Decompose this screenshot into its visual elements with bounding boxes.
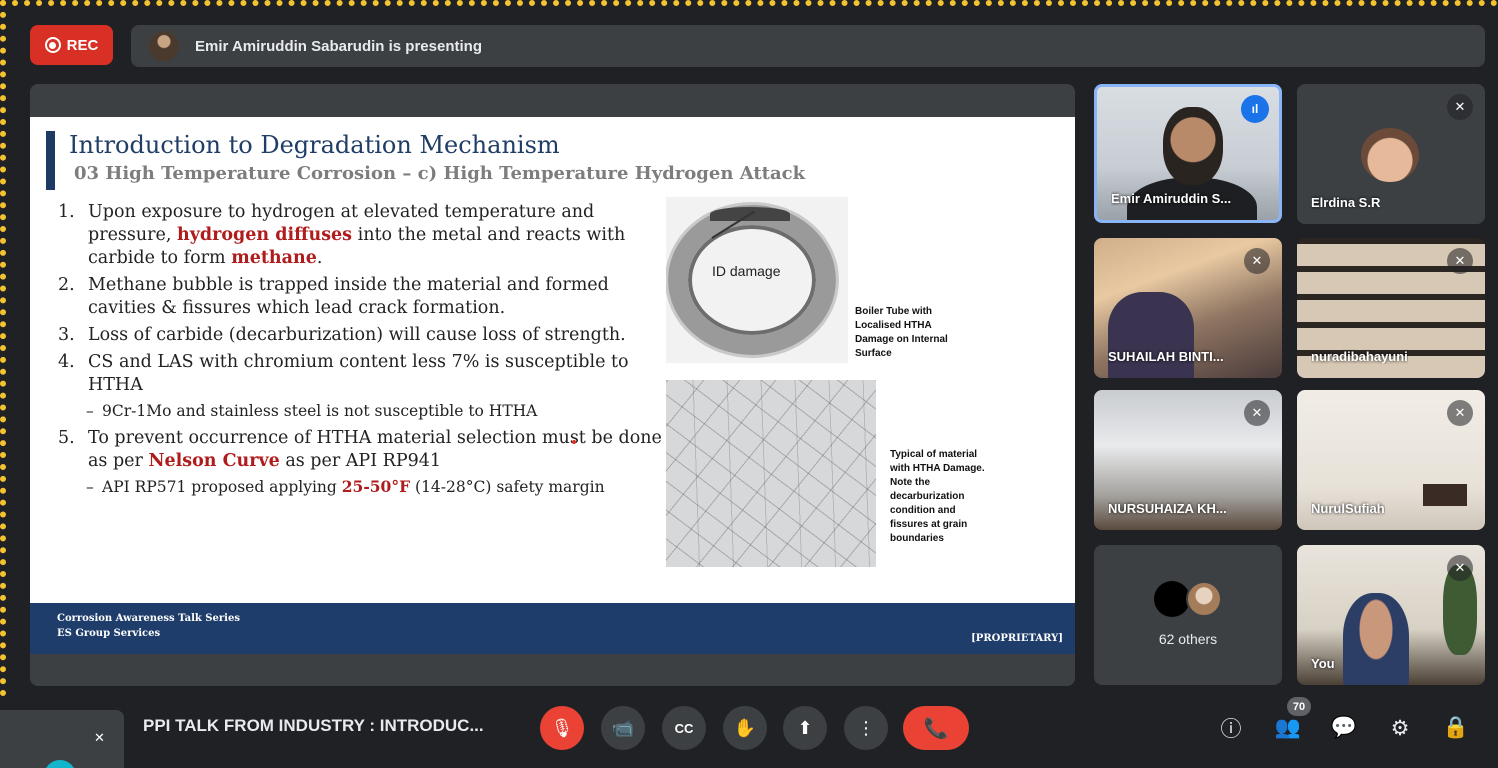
- participant-tile[interactable]: ✕ NURSUHAIZA KH...: [1094, 390, 1282, 530]
- item-text: Upon exposure to hydrogen at elevated te…: [88, 202, 626, 268]
- sub-item-text: API RP571 proposed applying 25-50°F (14-…: [102, 477, 605, 496]
- slide-bullets: 1. Upon exposure to hydrogen at elevated…: [58, 201, 678, 503]
- avatar: [149, 31, 179, 61]
- item-number: 1.: [58, 202, 75, 222]
- shared-slide: Introduction to Degradation Mechanism 03…: [30, 117, 1075, 654]
- mic-off-icon: ✕: [94, 730, 105, 745]
- captions-button[interactable]: CC: [662, 706, 706, 750]
- item-text: Methane bubble is trapped inside the mat…: [88, 275, 609, 318]
- slide-title: Introduction to Degradation Mechanism: [69, 131, 560, 159]
- rec-label: REC: [66, 36, 99, 54]
- mic-off-icon: ✕: [1244, 400, 1270, 426]
- participant-name: You: [1311, 656, 1335, 671]
- info-icon: ⓘ: [1220, 718, 1242, 741]
- raise-hand-button[interactable]: ✋: [723, 706, 767, 750]
- avatar: [1186, 581, 1222, 617]
- mic-off-icon: ✕: [1244, 248, 1270, 274]
- list-item: 1. Upon exposure to hydrogen at elevated…: [58, 201, 678, 270]
- avatar: [1361, 128, 1419, 182]
- present-button[interactable]: ⬆: [783, 706, 827, 750]
- participant-tile-self[interactable]: ✕ You: [1297, 545, 1485, 685]
- presenting-text: Emir Amiruddin Sabarudin is presenting: [195, 37, 482, 55]
- present-icon: ⬆: [797, 717, 813, 738]
- captions-icon: CC: [674, 720, 694, 736]
- image-caption: Typical of material with HTHA Damage. No…: [890, 449, 985, 544]
- participant-tile[interactable]: ✕ SUHAILAH BINTI...: [1094, 238, 1282, 378]
- item-number: 2.: [58, 275, 75, 295]
- activities-button[interactable]: ⚙: [1384, 712, 1416, 744]
- participant-name: Elrdina S.R: [1311, 195, 1381, 210]
- footer-text: Corrosion Awareness Talk Series ES Group…: [57, 613, 240, 639]
- sub-item-text: 9Cr-1Mo and stainless steel is not susce…: [102, 402, 538, 420]
- avatar: [44, 760, 76, 768]
- list-item: 4. CS and LAS with chromium content less…: [58, 351, 678, 397]
- record-icon: [44, 37, 61, 53]
- camera-icon: 📹: [611, 717, 635, 738]
- meeting-details-button[interactable]: ⓘ: [1215, 712, 1247, 744]
- mic-off-icon: 🎙: [550, 717, 574, 738]
- item-number: 4.: [58, 352, 75, 372]
- more-options-button[interactable]: ⋮: [844, 706, 888, 750]
- others-count: 62 others: [1158, 631, 1218, 647]
- item-number: 5.: [58, 428, 75, 448]
- people-icon: 👥: [1274, 716, 1302, 739]
- mic-off-icon: ✕: [1447, 248, 1473, 274]
- sub-item: –9Cr-1Mo and stainless steel is not susc…: [86, 402, 538, 420]
- activities-icon: ⚙: [1390, 716, 1410, 740]
- list-item: 3. Loss of carbide (decarburization) wil…: [58, 324, 678, 347]
- participant-tile[interactable]: ✕ NurulSufiah: [1297, 390, 1485, 530]
- participant-name: NURSUHAIZA KH...: [1108, 501, 1227, 516]
- camera-button[interactable]: 📹: [601, 706, 645, 750]
- end-call-button[interactable]: 📞: [903, 706, 969, 750]
- presenting-banner: Emir Amiruddin Sabarudin is presenting: [131, 25, 1485, 67]
- item-text: Loss of carbide (decarburization) will c…: [88, 325, 626, 345]
- participant-name: NurulSufiah: [1311, 501, 1385, 516]
- participant-name: SUHAILAH BINTI...: [1108, 349, 1224, 364]
- image-caption: Boiler Tube with Localised HTHA Damage o…: [855, 306, 948, 359]
- avatar: [1154, 581, 1190, 617]
- boiler-tube-image: ID damage: [666, 197, 848, 363]
- end-call-icon: 📞: [923, 717, 949, 740]
- mic-off-icon: ✕: [1447, 400, 1473, 426]
- participant-name: Emir Amiruddin S...: [1111, 191, 1232, 206]
- laser-pointer: [572, 440, 576, 444]
- chat-icon: 💬: [1330, 716, 1358, 739]
- list-item: 5. To prevent occurrence of HTHA materia…: [58, 427, 678, 473]
- more-vert-icon: ⋮: [857, 717, 875, 738]
- image-label: ID damage: [712, 263, 781, 279]
- title-accent-bar: [46, 131, 55, 190]
- mic-off-icon: ✕: [1447, 555, 1473, 581]
- item-number: 3.: [58, 325, 75, 345]
- proprietary-label: [PROPRIETARY]: [971, 633, 1063, 644]
- item-text: To prevent occurrence of HTHA material s…: [88, 428, 662, 471]
- meeting-title: PPI TALK FROM INDUSTRY : INTRODUC...: [143, 716, 484, 735]
- participant-tile[interactable]: ✕ Elrdina S.R: [1297, 84, 1485, 224]
- raise-hand-icon: ✋: [733, 717, 757, 738]
- people-button[interactable]: 👥: [1272, 712, 1304, 744]
- micrograph-image: [666, 380, 876, 567]
- people-count-badge: 70: [1287, 697, 1311, 716]
- participant-tile[interactable]: ✕ nuradibahayuni: [1297, 238, 1485, 378]
- others-tile[interactable]: 62 others: [1094, 545, 1282, 685]
- slide-subtitle: 03 High Temperature Corrosion – c) High …: [74, 163, 806, 184]
- item-text: CS and LAS with chromium content less 7%…: [88, 352, 629, 395]
- recording-indicator[interactable]: REC: [30, 25, 113, 65]
- microphone-button[interactable]: 🎙: [540, 706, 584, 750]
- lock-icon: 🔒: [1442, 716, 1470, 739]
- slide-footer: Corrosion Awareness Talk Series ES Group…: [30, 603, 1075, 654]
- mic-off-icon: ✕: [1447, 94, 1473, 120]
- list-item: 2. Methane bubble is trapped inside the …: [58, 274, 678, 320]
- chat-button[interactable]: 💬: [1328, 712, 1360, 744]
- host-controls-button[interactable]: 🔒: [1440, 712, 1472, 744]
- speaking-icon: ıl: [1241, 95, 1269, 123]
- participant-tile[interactable]: ıl Emir Amiruddin S...: [1094, 84, 1282, 223]
- participant-name: nuradibahayuni: [1311, 349, 1408, 364]
- self-view-tile[interactable]: ✕: [0, 710, 124, 768]
- sub-item: – API RP571 proposed applying 25-50°F (14…: [86, 477, 605, 496]
